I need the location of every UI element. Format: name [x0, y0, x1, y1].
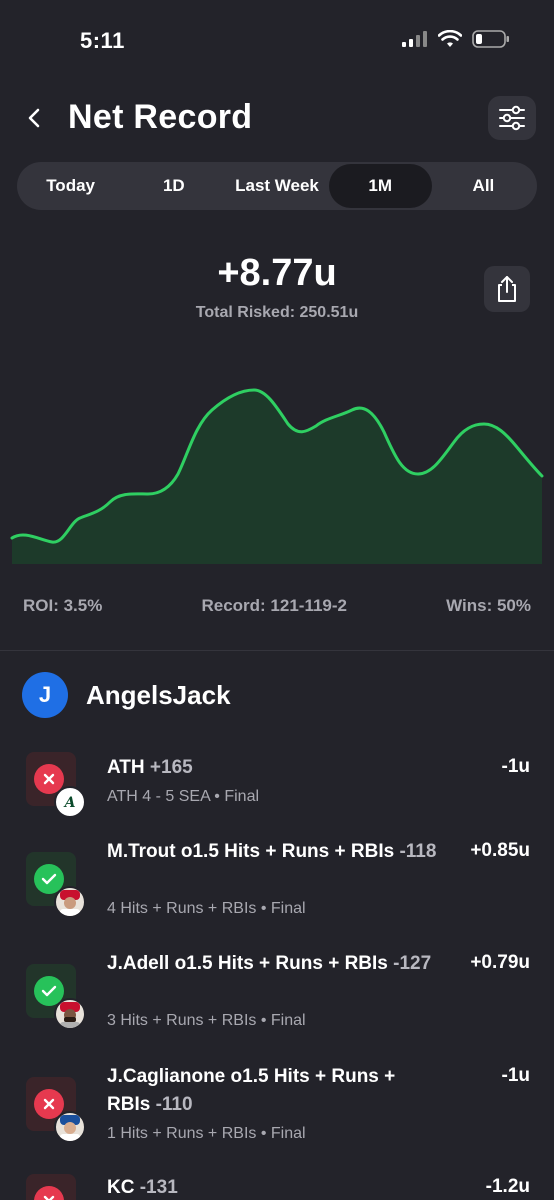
- bet-item[interactable]: J.Adell o1.5 Hits + Runs + RBIs -127 3 H…: [0, 950, 554, 1050]
- status-bar: 5:11: [0, 0, 554, 80]
- bet-odds: -127: [393, 953, 432, 974]
- bet-amount: +0.85u: [470, 840, 530, 861]
- bet-status-tile: [26, 852, 86, 918]
- bet-title: ATH +165: [107, 754, 437, 782]
- bet-title: J.Caglianone o1.5 Hits + Runs + RBIs -11…: [107, 1063, 437, 1119]
- loss-x-icon: [34, 1186, 64, 1200]
- bet-pick: M.Trout o1.5 Hits + Runs + RBIs: [107, 841, 395, 862]
- bet-pick: ATH: [107, 757, 145, 778]
- sliders-icon: [499, 105, 525, 131]
- svg-text:A: A: [63, 795, 76, 811]
- net-units-value: +8.77u: [217, 252, 337, 294]
- player-avatar-icon: [54, 886, 86, 918]
- player-avatar-icon: [54, 998, 86, 1030]
- athletics-logo-icon: A: [54, 786, 86, 818]
- filter-button[interactable]: [488, 96, 536, 140]
- bet-result-text: 4 Hits + Runs + RBIs • Final: [107, 900, 306, 917]
- chevron-left-icon: [28, 108, 40, 128]
- cellular-signal-icon: [402, 31, 427, 47]
- username: AngelsJack: [86, 679, 231, 710]
- avatar: J: [22, 672, 68, 718]
- header: Net Record: [0, 92, 554, 148]
- time-range-tabs: Today 1D Last Week 1M All: [17, 162, 537, 210]
- bet-status-tile: A: [26, 752, 86, 818]
- divider: [0, 650, 554, 651]
- wifi-icon: [438, 30, 462, 47]
- chart-area: [12, 390, 542, 564]
- bet-amount: -1u: [501, 1065, 531, 1086]
- tab-1d[interactable]: 1D: [122, 164, 225, 208]
- bet-title: M.Trout o1.5 Hits + Runs + RBIs -118: [107, 838, 437, 866]
- bet-status-tile: [26, 1174, 76, 1200]
- bet-odds: -110: [155, 1094, 193, 1115]
- back-button[interactable]: [20, 104, 48, 132]
- net-record-chart: [10, 388, 544, 564]
- bet-status-tile: [26, 964, 86, 1030]
- bet-item[interactable]: A ATH +165 ATH 4 - 5 SEA • Final -1u: [0, 752, 554, 832]
- bet-pick: J.Adell o1.5 Hits + Runs + RBIs: [107, 953, 388, 974]
- battery-icon: [472, 30, 509, 48]
- tab-last-week[interactable]: Last Week: [225, 164, 328, 208]
- wins-stat: Wins: 50%: [446, 596, 531, 615]
- bet-result-text: ATH 4 - 5 SEA • Final: [107, 788, 260, 805]
- bet-amount: -1.2u: [485, 1176, 530, 1197]
- share-icon: [498, 276, 516, 302]
- status-icons: [402, 30, 510, 48]
- bet-odds: +165: [149, 757, 193, 778]
- stats-row: ROI: 3.5% Record: 121-119-2 Wins: 50%: [23, 596, 531, 616]
- bet-item[interactable]: M.Trout o1.5 Hits + Runs + RBIs -118 4 H…: [0, 838, 554, 938]
- total-risked-label: Total Risked: 250.51u: [195, 304, 359, 321]
- record-stat: Record: 121-119-2: [201, 596, 347, 615]
- bet-title: J.Adell o1.5 Hits + Runs + RBIs -127: [107, 950, 437, 978]
- bet-amount: +0.79u: [470, 952, 530, 973]
- tab-all[interactable]: All: [432, 164, 535, 208]
- status-time: 5:11: [80, 28, 125, 53]
- bet-amount: -1u: [501, 756, 531, 777]
- bet-result-text: 1 Hits + Runs + RBIs • Final: [107, 1125, 306, 1142]
- page-title: Net Record: [68, 98, 253, 136]
- user-row[interactable]: J AngelsJack: [22, 672, 231, 718]
- player-avatar-icon: [54, 1111, 86, 1143]
- bet-status-tile: [26, 1077, 86, 1143]
- bet-item[interactable]: J.Caglianone o1.5 Hits + Runs + RBIs -11…: [0, 1063, 554, 1163]
- bet-pick: KC: [107, 1177, 135, 1198]
- bet-pick: J.Caglianone o1.5 Hits + Runs + RBIs: [107, 1066, 396, 1115]
- bet-odds: -118: [399, 841, 437, 862]
- bet-result-text: 3 Hits + Runs + RBIs • Final: [107, 1012, 306, 1029]
- tab-1m[interactable]: 1M: [328, 164, 432, 208]
- share-button[interactable]: [484, 266, 530, 312]
- bet-item[interactable]: KC -131 -1.2u: [0, 1174, 554, 1200]
- bet-odds: -131: [139, 1177, 178, 1198]
- bet-title: KC -131: [107, 1174, 437, 1200]
- roi-stat: ROI: 3.5%: [23, 596, 103, 615]
- tab-today[interactable]: Today: [19, 164, 122, 208]
